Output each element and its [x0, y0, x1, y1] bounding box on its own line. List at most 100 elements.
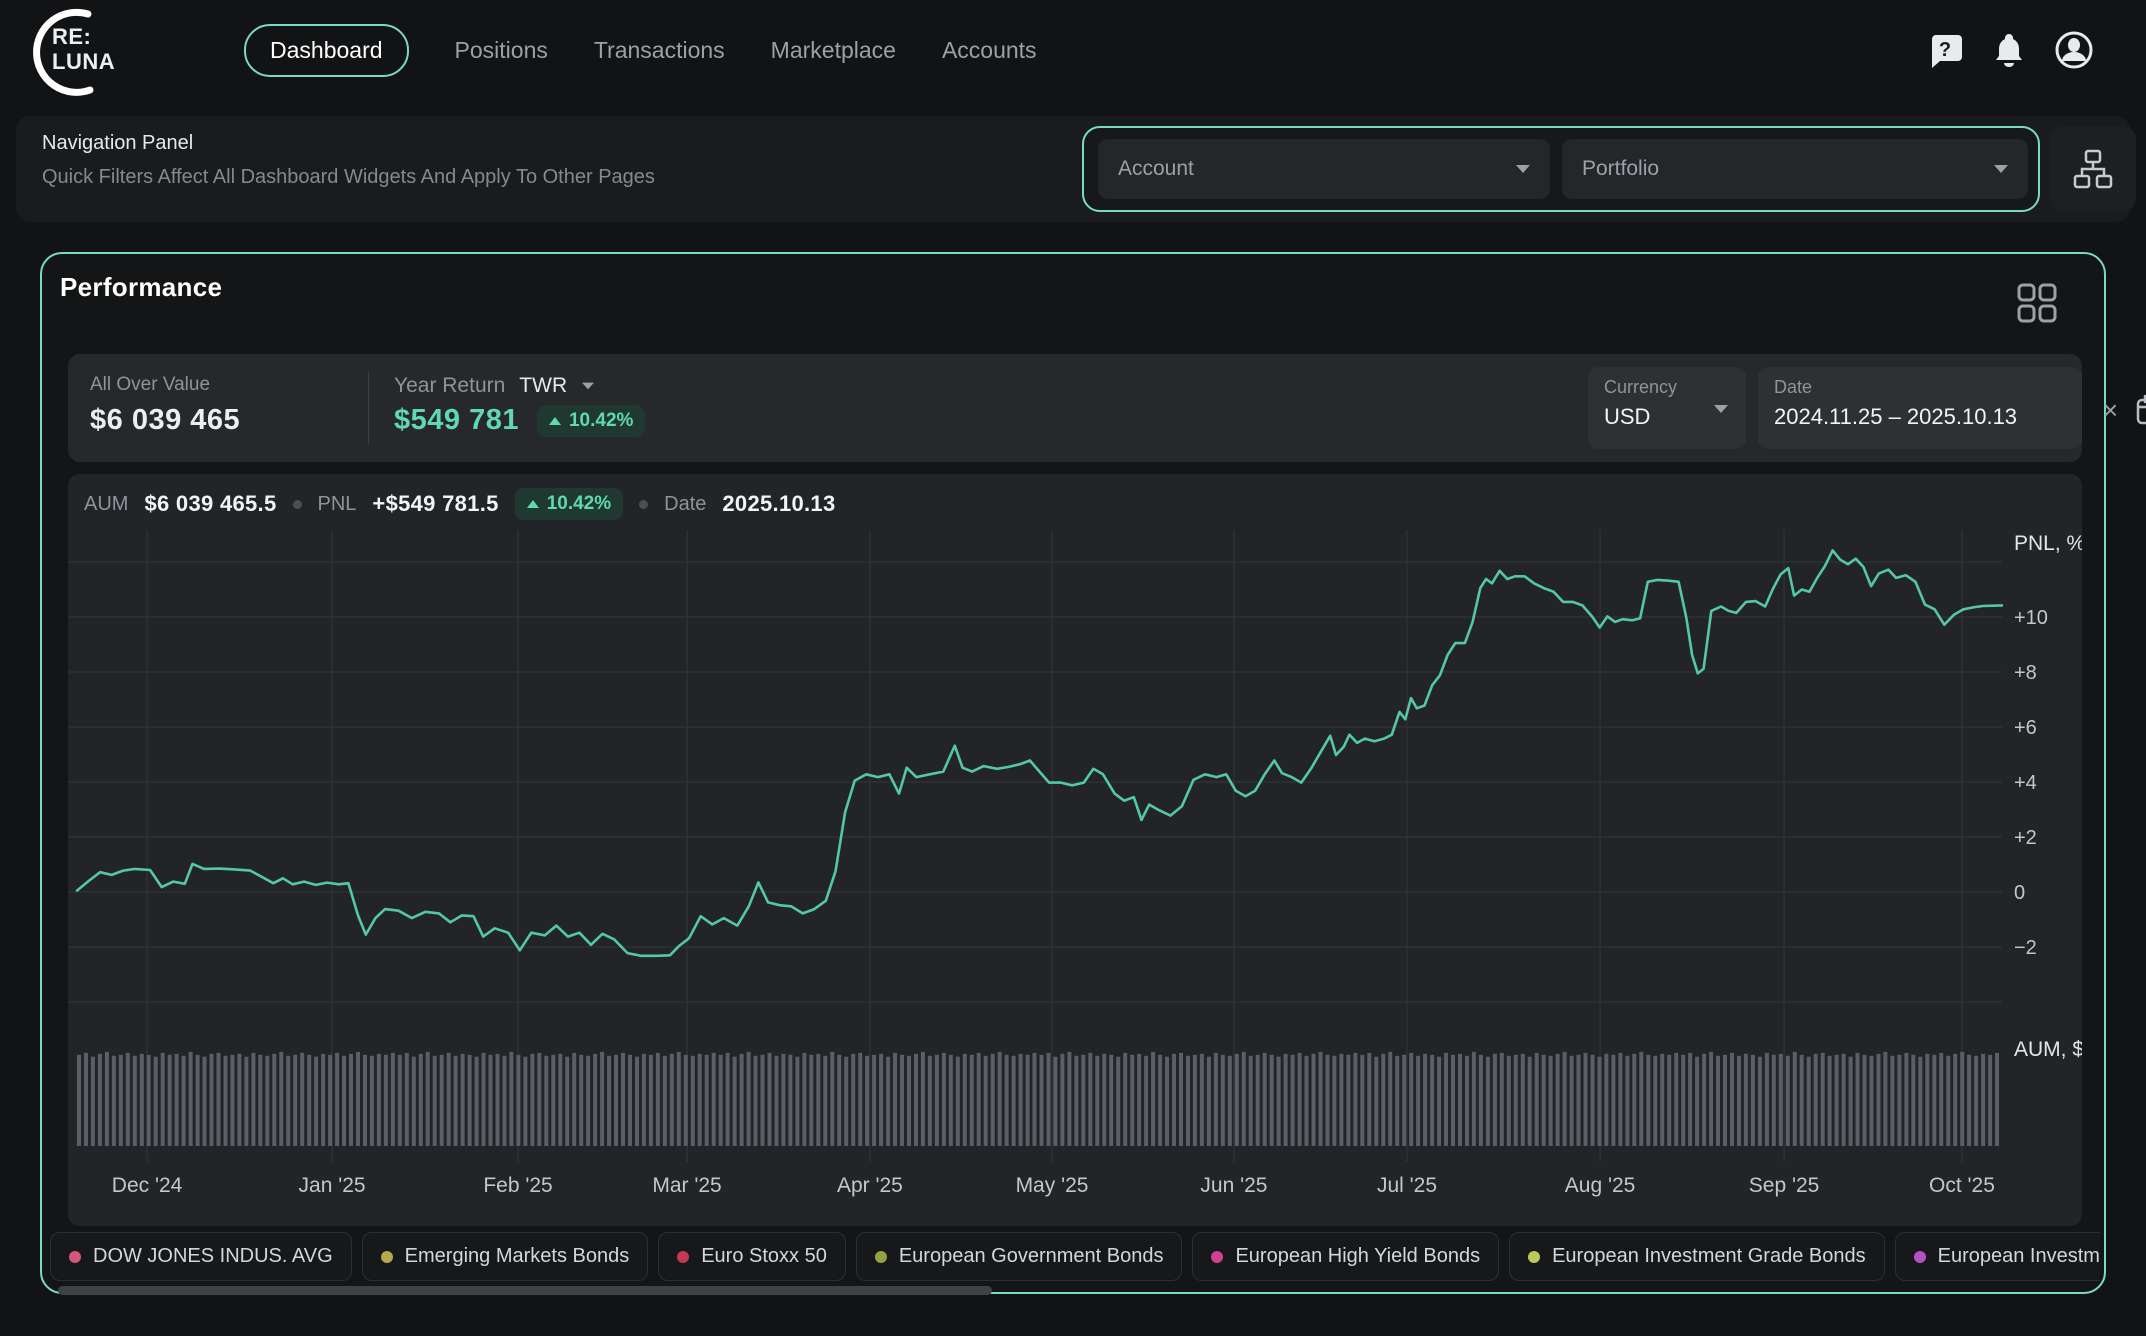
y-axis-tick: +8 [2014, 662, 2037, 684]
chevron-down-icon[interactable] [582, 383, 594, 390]
aum-bar [1758, 1057, 1762, 1146]
aum-bar [649, 1055, 653, 1146]
aum-bar [1737, 1056, 1741, 1146]
summary-stats-card: All Over Value $6 039 465 Year Return TW… [68, 354, 2082, 462]
aum-label: AUM [84, 493, 128, 516]
aum-bar [991, 1054, 995, 1146]
aum-bar [698, 1054, 702, 1146]
nav-item-dashboard[interactable]: Dashboard [244, 24, 409, 77]
account-dropdown[interactable]: Account [1098, 139, 1550, 199]
currency-value: USD [1604, 404, 1730, 430]
pnl-aum-chart[interactable]: PNL, %+10+8+6+4+20−2AUM, $Dec '24Jan '25… [68, 474, 2082, 1226]
aum-bar [447, 1053, 451, 1146]
x-axis-tick: Jan '25 [299, 1174, 366, 1197]
portfolio-dropdown[interactable]: Portfolio [1562, 139, 2028, 199]
aum-bar [781, 1054, 785, 1146]
aum-bar [1319, 1052, 1323, 1146]
aum-bar [1479, 1055, 1483, 1146]
aum-bar [1570, 1056, 1574, 1146]
nav-item-accounts[interactable]: Accounts [942, 37, 1037, 64]
aum-bar [168, 1055, 172, 1146]
aum-bar [91, 1057, 95, 1146]
aum-bar [1835, 1055, 1839, 1146]
horizontal-scrollbar[interactable] [58, 1286, 992, 1295]
help-icon[interactable]: ? [1926, 31, 1964, 74]
aum-bar [1284, 1054, 1288, 1146]
aum-bar [77, 1055, 81, 1146]
aum-bar [140, 1054, 144, 1146]
date-label: Date [664, 493, 706, 516]
legend-chip[interactable]: European Investment Grade Bonds [1509, 1232, 1885, 1281]
aum-bar [712, 1053, 716, 1146]
aum-bar [1047, 1053, 1051, 1146]
legend-chip[interactable]: European High Yield Bonds [1192, 1232, 1499, 1281]
pnl-value: +$549 781.5 [372, 491, 498, 517]
aum-bar [1298, 1053, 1302, 1146]
y-axis-tick: +2 [2014, 827, 2037, 849]
legend-chip-label: European Government Bonds [899, 1245, 1164, 1268]
aum-bar [1925, 1054, 1929, 1146]
aum-bar [802, 1053, 806, 1146]
profile-avatar-icon[interactable] [2054, 30, 2094, 75]
currency-selector[interactable]: Currency USD [1588, 367, 1746, 449]
aum-bar [621, 1053, 625, 1146]
date-range-picker[interactable]: Date 2024.11.25 – 2025.10.13 × [1758, 367, 2082, 449]
aum-bar [314, 1057, 318, 1146]
brand-logo[interactable]: RE: LUNA [16, 6, 136, 96]
legend-chip[interactable]: European Investment [1895, 1232, 2100, 1281]
dot-separator [293, 500, 302, 509]
aum-bar [1367, 1053, 1371, 1146]
aum-bar [935, 1055, 939, 1146]
aum-bar [816, 1054, 820, 1146]
aum-bar [1995, 1053, 1999, 1146]
aum-bar [1381, 1054, 1385, 1146]
nav-item-positions[interactable]: Positions [455, 37, 548, 64]
legend-chip[interactable]: Emerging Markets Bonds [362, 1232, 649, 1281]
widget-layout-grid-icon[interactable] [2016, 282, 2058, 329]
legend-chip[interactable]: DOW JONES INDUS. AVG [50, 1232, 352, 1281]
aum-bar [1793, 1052, 1797, 1146]
aum-bar [1165, 1057, 1169, 1146]
aum-bar [558, 1054, 562, 1146]
aum-bar [635, 1057, 639, 1146]
legend-chip[interactable]: Euro Stoxx 50 [658, 1232, 846, 1281]
aum-bar [119, 1055, 123, 1146]
top-navigation: RE: LUNA Dashboard Positions Transaction… [0, 0, 2146, 100]
x-axis-tick: Apr '25 [837, 1174, 903, 1197]
aum-bar [1312, 1054, 1316, 1146]
year-return-label: Year Return [394, 374, 505, 398]
aum-bar [217, 1053, 221, 1146]
aum-bar [1591, 1055, 1595, 1146]
nav-item-marketplace[interactable]: Marketplace [771, 37, 896, 64]
twr-method-selector[interactable]: TWR [519, 374, 567, 398]
aum-bar [642, 1054, 646, 1146]
aum-bar [112, 1056, 116, 1146]
aum-bar [1772, 1055, 1776, 1146]
aum-bar [879, 1054, 883, 1146]
aum-bar [1800, 1055, 1804, 1146]
aum-bar [1953, 1054, 1957, 1146]
aum-bar [872, 1055, 876, 1146]
aum-bar [1507, 1056, 1511, 1146]
chevron-down-icon [1516, 165, 1530, 173]
hierarchy-view-button[interactable] [2050, 126, 2136, 212]
aum-bar [230, 1055, 234, 1146]
x-axis-tick: Feb '25 [483, 1174, 552, 1197]
aum-bar [321, 1054, 325, 1146]
nav-item-transactions[interactable]: Transactions [594, 37, 725, 64]
aum-bar [586, 1056, 590, 1146]
legend-chip[interactable]: European Government Bonds [856, 1232, 1183, 1281]
aum-bar [1786, 1056, 1790, 1146]
aum-bar [1207, 1057, 1211, 1146]
aum-bar [1625, 1056, 1629, 1146]
aum-bar [1932, 1055, 1936, 1146]
calendar-icon[interactable] [2134, 393, 2146, 427]
aum-bar [809, 1055, 813, 1146]
notifications-bell-icon[interactable] [1990, 31, 2028, 74]
aum-bar [1967, 1055, 1971, 1146]
aum-bar [1535, 1053, 1539, 1146]
legend-color-dot [69, 1251, 81, 1263]
clear-date-icon[interactable]: × [2103, 397, 2118, 423]
quick-filters-panel: Navigation Panel Quick Filters Affect Al… [16, 116, 2130, 222]
aum-bar [1542, 1055, 1546, 1146]
